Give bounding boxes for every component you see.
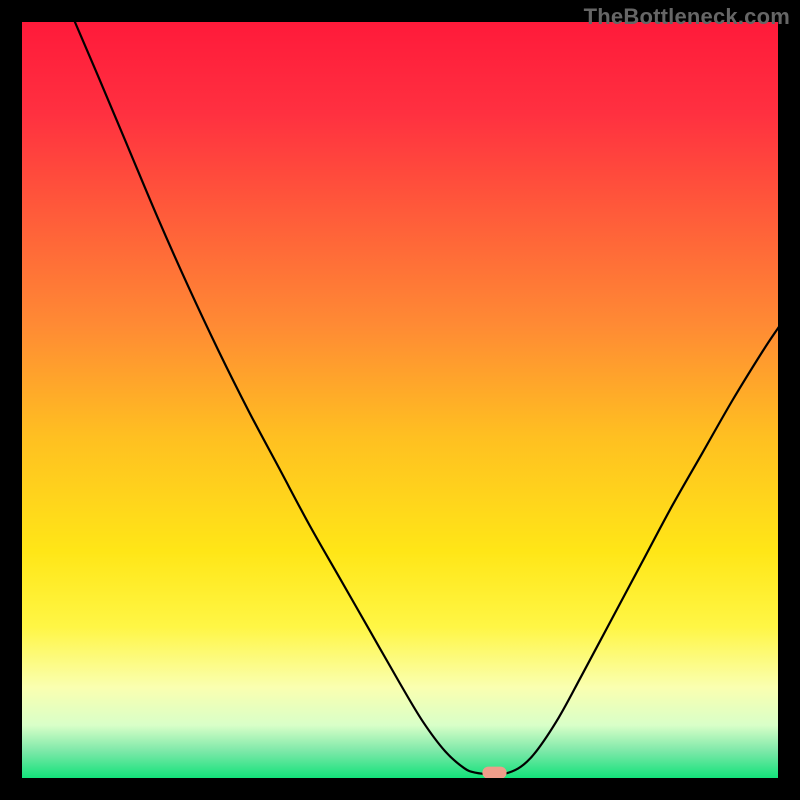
plot-background — [22, 22, 778, 778]
plot-area — [22, 22, 778, 778]
watermark-text: TheBottleneck.com — [584, 4, 790, 30]
chart-frame: TheBottleneck.com — [0, 0, 800, 800]
optimal-point-marker — [482, 767, 506, 778]
plot-svg — [22, 22, 778, 778]
